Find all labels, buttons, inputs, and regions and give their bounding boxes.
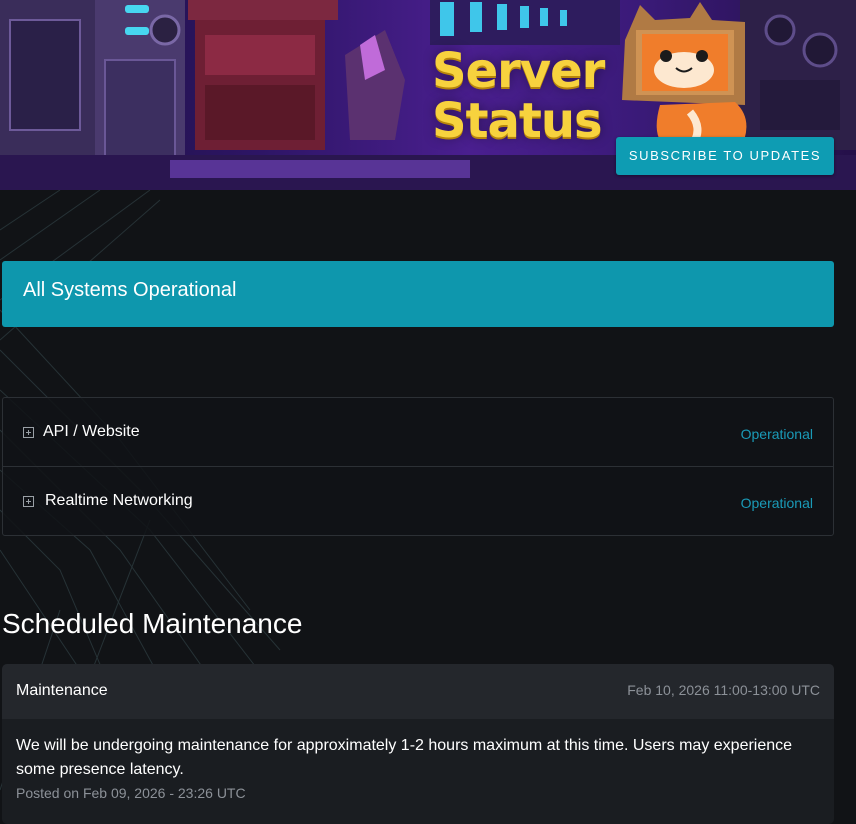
maintenance-posted-date: Posted on Feb 09, 2026 - 23:26 UTC [16,785,246,801]
component-name: Realtime Networking [45,492,193,509]
component-row-realtime-networking[interactable]: Realtime Networking Operational [3,467,833,536]
maintenance-name[interactable]: Maintenance [16,682,108,700]
component-status: Operational [740,495,813,511]
maintenance-card: Maintenance Feb 10, 2026 11:00-13:00 UTC… [2,664,834,824]
expand-plus-icon[interactable] [23,496,34,507]
component-row-api-website[interactable]: API / Website Operational [3,398,833,467]
expand-plus-icon[interactable] [23,427,34,438]
server-status-logo: Server Status [432,43,605,149]
scheduled-maintenance-heading: Scheduled Maintenance [2,608,303,639]
overall-status-text: All Systems Operational [23,279,237,301]
overall-status-banner: All Systems Operational [2,261,834,327]
logo-line-2: Status [432,93,603,149]
header-banner: Server Status SUBSCRIBE TO UPDATES [0,0,856,190]
components-list: API / Website Operational Realtime Netwo… [2,397,834,536]
subscribe-button[interactable]: SUBSCRIBE TO UPDATES [616,137,834,175]
maintenance-window: Feb 10, 2026 11:00-13:00 UTC [627,682,820,698]
component-status: Operational [740,426,813,442]
component-name: API / Website [43,423,140,440]
maintenance-card-header: Maintenance Feb 10, 2026 11:00-13:00 UTC [2,664,834,719]
maintenance-description: We will be undergoing maintenance for ap… [16,737,793,778]
logo-line-1: Server [432,43,605,99]
